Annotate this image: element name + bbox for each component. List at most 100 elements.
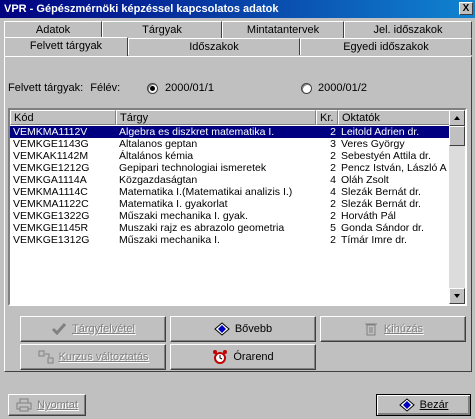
enrolled-subjects-label: Felvett tárgyak: bbox=[8, 82, 84, 94]
table-row[interactable]: VEMKGE1322G Műszaki mechanika I. gyak. 2 Ho… bbox=[10, 210, 451, 222]
tab-jel-idoszakok[interactable]: Jel. időszakok bbox=[344, 21, 472, 38]
cell-teacher: Gonda Sándor dr. bbox=[341, 222, 424, 234]
swap-icon bbox=[38, 350, 54, 364]
cell-code: VEMKGE1322G bbox=[13, 210, 90, 222]
cell-subject: Algebra es diszkret matematika I. bbox=[116, 126, 316, 138]
cell-credits: 3 bbox=[330, 138, 336, 150]
cell-code: VEMKGE1143G bbox=[13, 138, 89, 150]
cell-code: VEMKGE1312G bbox=[13, 234, 90, 246]
enroll-button[interactable]: Tárgyfelvétel bbox=[20, 316, 166, 342]
cell-code: VEMKGA1114A bbox=[13, 174, 87, 186]
change-course-button[interactable]: Kurzus változtatás bbox=[20, 344, 166, 370]
cell-teacher: Slezák Bernát dr. bbox=[341, 186, 421, 198]
cell-code: VEMKAK1142M bbox=[13, 150, 89, 162]
table-row[interactable]: VEMKMA1122C Matematika I. gyakorlat 2 Slezá… bbox=[10, 198, 451, 210]
drop-button-label: Kihúzás bbox=[383, 323, 424, 335]
scroll-thumb[interactable] bbox=[449, 126, 465, 146]
title-bar[interactable]: VPR - Gépészmérnöki képzéssel kapcsolato… bbox=[0, 0, 475, 18]
print-button[interactable]: Nyomtat bbox=[8, 394, 86, 416]
close-button[interactable]: Bezár bbox=[376, 394, 471, 416]
tab-adatok[interactable]: Adatok bbox=[4, 21, 102, 38]
timetable-button-label: Órarend bbox=[233, 351, 274, 363]
cell-code: VEMKGE1145R bbox=[13, 222, 89, 234]
cell-teacher: Pencz István, László A bbox=[341, 162, 447, 174]
change-course-button-label: Kurzus változtatás bbox=[58, 351, 149, 363]
subjects-table[interactable]: Kód Tárgy Kr. Oktatók VEMKMA1112V Algebra… bbox=[8, 108, 467, 306]
main-window: VPR - Gépészmérnöki képzéssel kapcsolato… bbox=[0, 0, 475, 419]
cell-subject: Műszaki mechanika I. gyak. bbox=[119, 210, 248, 222]
check-icon bbox=[51, 323, 67, 336]
cell-subject: Műszaki mechanika I. bbox=[119, 234, 220, 246]
table-row[interactable]: VEMKAK1142M Általános kémia 2 Sebestyén Att… bbox=[10, 150, 451, 162]
cell-subject: Altalanos geptan bbox=[119, 138, 198, 150]
close-button-label: Bezár bbox=[419, 399, 449, 411]
table-row[interactable]: VEMKGE1145R Muszaki rajz es abrazolo geom… bbox=[10, 222, 451, 234]
cell-credits: 4 bbox=[330, 186, 336, 198]
window-close-button[interactable]: X bbox=[459, 2, 473, 15]
details-button-label: Bővebb bbox=[234, 323, 273, 335]
column-header-teacher[interactable]: Oktatók bbox=[338, 110, 451, 125]
trash-icon bbox=[364, 323, 377, 336]
print-button-label: Nyomtat bbox=[37, 399, 78, 411]
cell-teacher: Sebestyén Attila dr. bbox=[341, 150, 431, 162]
semester-label: Félév: bbox=[90, 82, 121, 94]
cell-code: VEMKMA1112V bbox=[10, 126, 116, 138]
tab-row-top: Adatok Tárgyak Mintatantervek Jel. idősz… bbox=[4, 21, 472, 38]
semester-label-row: Felvett tárgyak: Félév: bbox=[8, 80, 120, 96]
semester-radio-1-label[interactable]: 2000/01/1 bbox=[165, 80, 214, 96]
cell-subject: Matematika I. gyakorlat bbox=[119, 198, 228, 210]
cell-credits: 5 bbox=[330, 222, 336, 234]
table-row[interactable]: VEMKGA1114A Közgazdaságtan 4 Oláh Zsolt bbox=[10, 174, 451, 186]
table-row[interactable]: VEMKMA1112V Algebra es diszkret matematik… bbox=[10, 126, 451, 138]
column-header-code[interactable]: Kód bbox=[10, 110, 116, 125]
diamond-icon bbox=[214, 322, 230, 336]
table-vertical-scrollbar[interactable] bbox=[449, 110, 465, 304]
cell-credits: 4 bbox=[330, 174, 336, 186]
cell-credits: 2 bbox=[330, 150, 336, 162]
semester-radio-2-label[interactable]: 2000/01/2 bbox=[318, 80, 367, 96]
details-button[interactable]: Bővebb bbox=[170, 316, 316, 342]
cell-subject: Matematika I.(Matematikai analizis I.) bbox=[119, 186, 293, 198]
semester-radio-2[interactable] bbox=[301, 83, 312, 94]
scroll-up-arrow-icon[interactable] bbox=[449, 110, 465, 126]
table-row[interactable]: VEMKMA1114C Matematika I.(Matematikai ana… bbox=[10, 186, 451, 198]
cell-code: VEMKMA1122C bbox=[13, 198, 89, 210]
tab-felvett-targyak[interactable]: Felvett tárgyak bbox=[4, 37, 128, 56]
drop-button[interactable]: Kihúzás bbox=[320, 316, 466, 342]
tab-targyak[interactable]: Tárgyak bbox=[102, 21, 222, 38]
cell-teacher: Oláh Zsolt bbox=[341, 174, 389, 186]
tab-egyedi-idoszakok[interactable]: Egyedi időszakok bbox=[300, 38, 472, 55]
cell-teacher: Tímár Imre dr. bbox=[341, 234, 407, 246]
close-diamond-icon bbox=[398, 398, 415, 412]
window-title: VPR - Gépészmérnöki képzéssel kapcsolato… bbox=[4, 3, 279, 15]
semester-radio-1[interactable] bbox=[147, 83, 158, 94]
cell-credits: 2 bbox=[316, 126, 338, 138]
cell-teacher: Veres György bbox=[341, 138, 405, 150]
table-row[interactable]: VEMKGE1143G Altalanos geptan 3 Veres György bbox=[10, 138, 451, 150]
cell-subject: Általános kémia bbox=[119, 150, 194, 162]
cell-subject: Muszaki rajz es abrazolo geometria bbox=[119, 222, 285, 234]
cell-subject: Gepipari technologiai ismeretek bbox=[119, 162, 267, 174]
cell-code: VEMKMA1114C bbox=[13, 186, 88, 198]
cell-credits: 2 bbox=[330, 210, 336, 222]
column-header-credits[interactable]: Kr. bbox=[316, 110, 338, 125]
tab-idoszakok[interactable]: Időszakok bbox=[128, 38, 300, 55]
cell-credits: 2 bbox=[330, 234, 336, 246]
cell-credits: 2 bbox=[330, 198, 336, 210]
scroll-down-arrow-icon[interactable] bbox=[449, 288, 465, 304]
cell-credits: 2 bbox=[330, 162, 336, 174]
timetable-button[interactable]: Órarend bbox=[170, 344, 316, 370]
tab-mintatantervek[interactable]: Mintatantervek bbox=[222, 21, 344, 38]
cell-subject: Közgazdaságtan bbox=[119, 174, 198, 186]
table-header: Kód Tárgy Kr. Oktatók bbox=[10, 110, 451, 125]
tab-row-bottom: Felvett tárgyak Időszakok Egyedi időszak… bbox=[4, 37, 472, 56]
table-row[interactable]: VEMKGE1312G Műszaki mechanika I. 2 Tímár Im… bbox=[10, 234, 451, 246]
alarm-clock-icon bbox=[213, 350, 228, 364]
cell-teacher: Horváth Pál bbox=[341, 210, 396, 222]
printer-icon bbox=[16, 398, 32, 412]
column-header-subject[interactable]: Tárgy bbox=[116, 110, 316, 125]
enroll-button-label: Tárgyfelvétel bbox=[72, 323, 135, 335]
cell-teacher: Leitold Adrien dr. bbox=[338, 126, 451, 138]
table-row[interactable]: VEMKGE1212G Gepipari technologiai ismeret… bbox=[10, 162, 451, 174]
cell-code: VEMKGE1212G bbox=[13, 162, 90, 174]
